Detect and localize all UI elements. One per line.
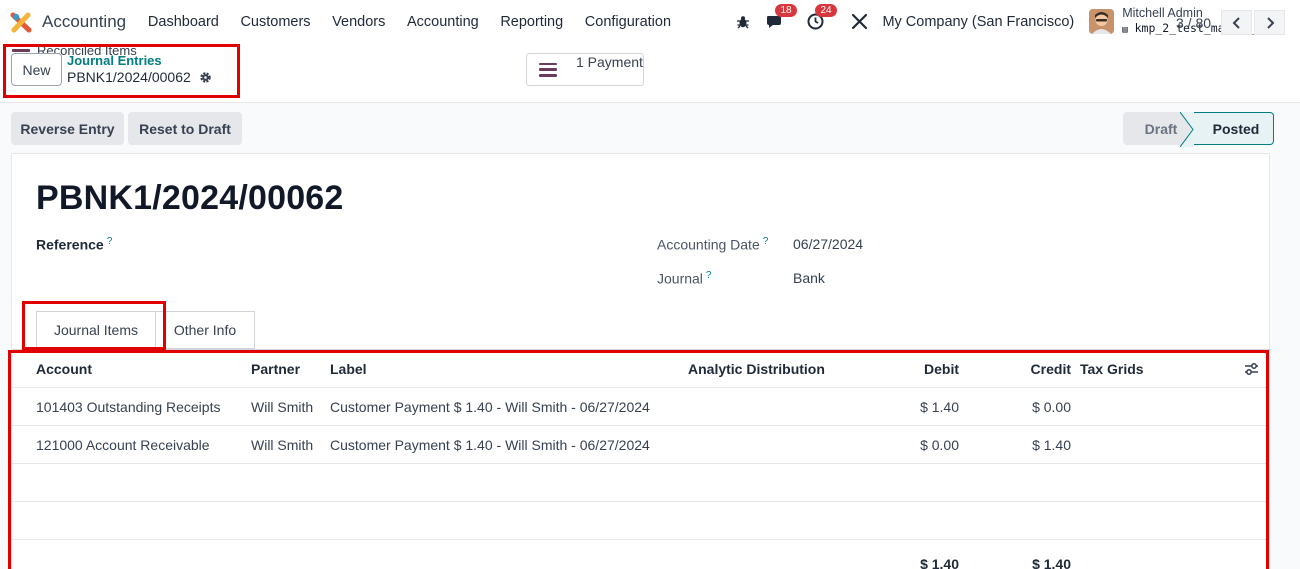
help-tooltip-icon[interactable]: ? (706, 270, 712, 281)
cell-credit: $ 0.00 (1032, 399, 1071, 415)
breadcrumb-current-record: PBNK1/2024/00062 (67, 69, 212, 85)
table-row[interactable]: 121000 Account Receivable Will Smith Cus… (12, 426, 1269, 464)
breadcrumb-journal-entries[interactable]: Journal Entries (67, 53, 212, 68)
menu-accounting[interactable]: Accounting (396, 14, 489, 30)
chevron-right-icon (1266, 16, 1274, 29)
list-icon (539, 62, 557, 77)
messages-badge: 18 (775, 3, 797, 17)
menu-vendors[interactable]: Vendors (321, 14, 396, 30)
reference-label: Reference? (36, 236, 112, 253)
table-header: Account Partner Label Analytic Distribut… (12, 350, 1269, 388)
smart-buttons: 1 Payment (526, 53, 644, 86)
column-tax-grids[interactable]: Tax Grids (1080, 350, 1144, 388)
new-button[interactable]: New (11, 53, 62, 86)
cell-account: 121000 Account Receivable (36, 437, 210, 453)
messages-icon[interactable]: 18 (764, 3, 797, 33)
help-tooltip-icon[interactable]: ? (763, 236, 769, 247)
total-debit: $ 1.40 (920, 556, 959, 569)
menu-customers[interactable]: Customers (230, 14, 322, 30)
menu-configuration[interactable]: Configuration (574, 14, 682, 30)
column-credit[interactable]: Credit (971, 350, 1071, 388)
column-partner[interactable]: Partner (251, 350, 300, 388)
pager-value[interactable]: 3 / 80 (1176, 15, 1211, 31)
company-switcher[interactable]: My Company (San Francisco) (882, 14, 1074, 30)
user-avatar[interactable] (1089, 9, 1115, 34)
reverse-entry-button[interactable]: Reverse Entry (11, 112, 124, 145)
bug-icon[interactable] (732, 11, 754, 33)
top-navbar: Accounting Dashboard Customers Vendors A… (0, 0, 1300, 43)
column-label[interactable]: Label (330, 350, 367, 388)
settings-tools-icon[interactable] (848, 11, 870, 33)
reset-to-draft-button[interactable]: Reset to Draft (128, 112, 242, 145)
database-icon: ▤ (1122, 24, 1128, 35)
activities-clock-icon[interactable]: 24 (804, 3, 837, 33)
breadcrumb: Journal Entries PBNK1/2024/00062 (67, 53, 212, 85)
empty-table-row (12, 502, 1269, 540)
journal-value[interactable]: Bank (793, 270, 825, 286)
cell-account: 101403 Outstanding Receipts (36, 399, 221, 415)
payment-smart-button[interactable] (527, 54, 576, 85)
table-row[interactable]: 101403 Outstanding Receipts Will Smith C… (12, 388, 1269, 426)
cell-debit: $ 1.40 (920, 399, 959, 415)
accounting-date-label: Accounting Date? (657, 236, 768, 253)
accounting-app-icon[interactable] (10, 11, 32, 33)
cell-partner: Will Smith (251, 399, 314, 415)
tab-journal-items[interactable]: Journal Items (36, 311, 156, 349)
tab-other-info[interactable]: Other Info (156, 311, 255, 349)
column-debit[interactable]: Debit (859, 350, 959, 388)
chevron-left-icon (1232, 16, 1240, 29)
status-arrow-shape (1180, 112, 1194, 147)
optional-columns-toggle-icon[interactable] (1244, 362, 1259, 376)
payment-smart-button-label: 1 Payment (576, 54, 643, 70)
table-totals-row: $ 1.40 $ 1.40 (12, 540, 1269, 569)
pager-previous-button[interactable] (1221, 10, 1253, 35)
activities-badge: 24 (815, 3, 837, 17)
empty-table-row (12, 464, 1269, 502)
form-sheet: PBNK1/2024/00062 Reference? Accounting D… (11, 153, 1271, 569)
gear-icon[interactable] (199, 71, 212, 84)
status-posted[interactable]: Posted (1180, 112, 1274, 147)
cell-label: Customer Payment $ 1.40 - Will Smith - 0… (330, 399, 650, 415)
app-switcher[interactable]: Accounting (10, 11, 137, 33)
pager-next-button[interactable] (1254, 10, 1286, 35)
breadcrumb-current-label: PBNK1/2024/00062 (67, 69, 191, 85)
column-account[interactable]: Account (36, 350, 92, 388)
cell-partner: Will Smith (251, 437, 314, 453)
notebook-tabs: Journal Items Other Info (36, 311, 255, 349)
journal-label-text: Journal (657, 270, 703, 287)
accounting-date-value[interactable]: 06/27/2024 (793, 236, 863, 252)
column-analytic-distribution[interactable]: Analytic Distribution (688, 350, 825, 388)
cell-credit: $ 1.40 (1032, 437, 1071, 453)
menu-dashboard[interactable]: Dashboard (137, 14, 230, 30)
journal-label: Journal? (657, 270, 711, 287)
menu-reporting[interactable]: Reporting (490, 14, 574, 30)
status-posted-label: Posted (1212, 120, 1260, 137)
statusbar: Draft Posted (1123, 112, 1274, 147)
pager: 3 / 80 (1176, 10, 1286, 35)
journal-items-table: Account Partner Label Analytic Distribut… (12, 350, 1269, 569)
journal-entry-name: PBNK1/2024/00062 (36, 179, 344, 217)
total-credit: $ 1.40 (1032, 556, 1071, 569)
cell-debit: $ 0.00 (920, 437, 959, 453)
accounting-date-label-text: Accounting Date (657, 236, 760, 253)
control-panel: New Journal Entries PBNK1/2024/00062 1 P… (0, 43, 1300, 103)
app-name[interactable]: Accounting (42, 12, 126, 32)
reference-label-text: Reference (36, 236, 104, 253)
help-tooltip-icon[interactable]: ? (107, 236, 113, 247)
cell-label: Customer Payment $ 1.40 - Will Smith - 0… (330, 437, 650, 453)
